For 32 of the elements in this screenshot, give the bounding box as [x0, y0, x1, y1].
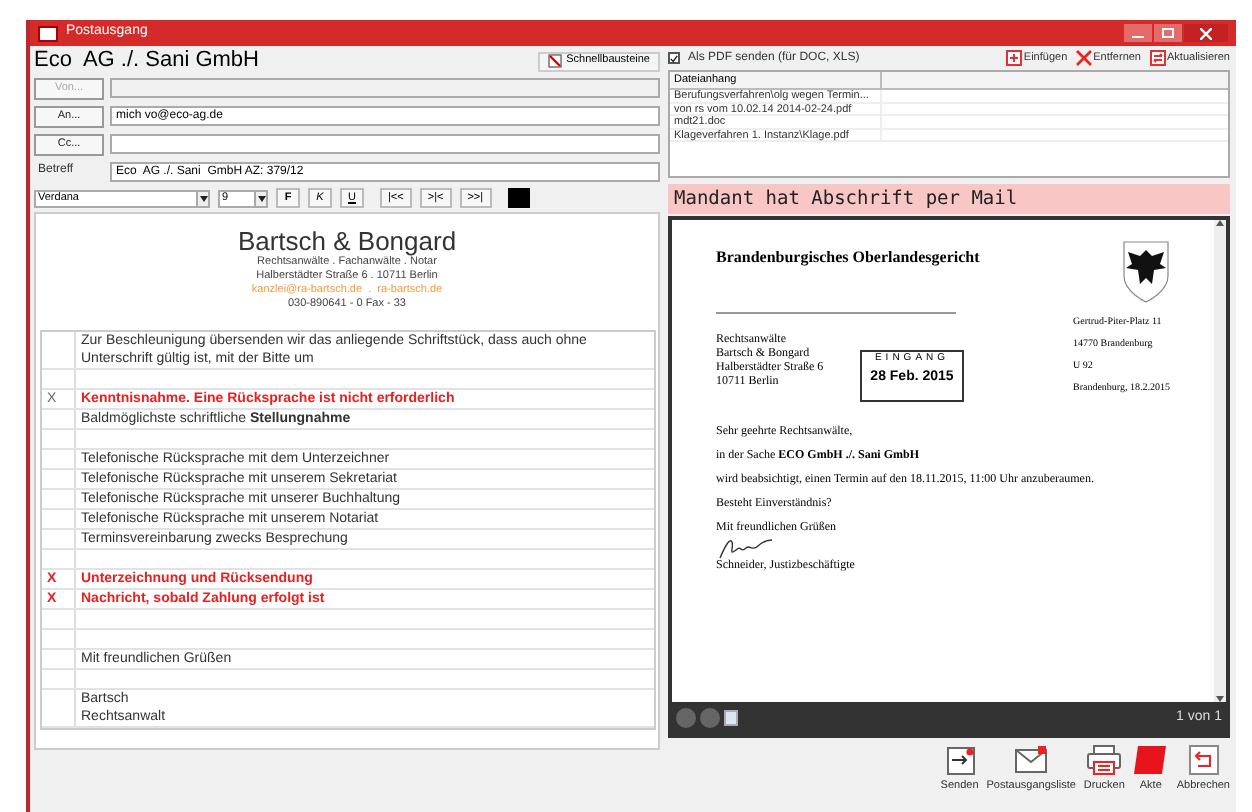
- send-icon: [943, 744, 976, 776]
- scrollbar[interactable]: [1214, 220, 1226, 702]
- minimize-icon: [1132, 36, 1144, 38]
- insert-icon: [1005, 50, 1022, 66]
- maximize-button[interactable]: [1154, 24, 1182, 42]
- close-button[interactable]: [1184, 24, 1228, 42]
- pdf-checkbox[interactable]: [668, 52, 680, 64]
- next-page-button[interactable]: [700, 708, 720, 728]
- refresh-icon: [1149, 50, 1165, 66]
- previous-page-button[interactable]: [676, 708, 696, 728]
- color-swatch[interactable]: [507, 188, 530, 208]
- dropdown-caret-icon: [254, 191, 266, 205]
- close-icon: [1200, 27, 1212, 39]
- printer-icon: [1086, 744, 1123, 776]
- signature-drawing: [716, 536, 776, 560]
- court-name: Brandenburgisches Oberlandesgericht: [716, 246, 980, 270]
- firm-name: Bartsch & Bongard: [237, 228, 457, 256]
- address-field[interactable]: [110, 134, 660, 154]
- dropdown-caret-icon: [196, 191, 208, 205]
- envelope-icon: [1013, 744, 1050, 776]
- remove-icon: [1075, 50, 1092, 66]
- app-icon: [38, 25, 58, 41]
- page-icon: [724, 710, 738, 726]
- scroll-up-arrow-icon[interactable]: [1216, 220, 1224, 226]
- scroll-down-arrow-icon[interactable]: [1216, 696, 1224, 702]
- address-field[interactable]: [110, 78, 660, 98]
- letter-title: Eco AG ./. Sani GmbH: [34, 46, 259, 77]
- minimize-button[interactable]: [1124, 24, 1152, 42]
- maximize-icon: [1162, 28, 1174, 38]
- notice-banner: Mandant hat Abschrift per Mail: [668, 184, 1230, 214]
- return-icon: [1187, 744, 1220, 776]
- coat-of-arms-icon: [1122, 240, 1170, 304]
